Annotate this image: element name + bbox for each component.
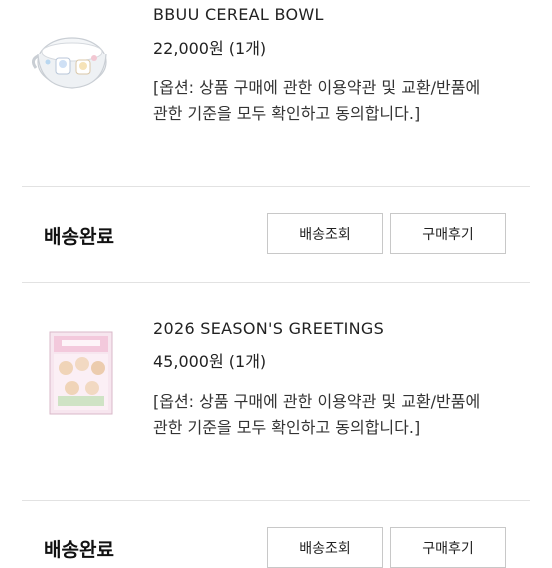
delivery-status: 배송완료 [44, 226, 114, 248]
product-price: 22,000원 (1개) [153, 39, 267, 58]
section-divider [22, 282, 530, 283]
delivery-status: 배송완료 [44, 539, 114, 561]
product-option-text: [옵션: 상품 구매에 관한 이용약관 및 교환/반품에 관한 기준을 모두 확… [153, 78, 481, 123]
seasons-greetings-image [49, 331, 113, 415]
divider [22, 500, 530, 501]
write-review-button[interactable]: 구매후기 [390, 527, 506, 568]
divider [22, 186, 530, 187]
track-delivery-button[interactable]: 배송조회 [267, 527, 383, 568]
product-option-text: [옵션: 상품 구매에 관한 이용약관 및 교환/반품에 관한 기준을 모두 확… [153, 392, 481, 437]
product-name[interactable]: 2026 SEASON'S GREETINGS [153, 319, 384, 338]
product-thumbnail-cereal-bowl[interactable] [30, 22, 112, 104]
track-delivery-button[interactable]: 배송조회 [267, 213, 383, 254]
product-thumbnail-seasons-greetings[interactable] [48, 330, 114, 416]
product-name[interactable]: BBUU CEREAL BOWL [153, 5, 324, 24]
cereal-bowl-image [31, 37, 107, 89]
product-price: 45,000원 (1개) [153, 352, 267, 371]
write-review-button[interactable]: 구매후기 [390, 213, 506, 254]
